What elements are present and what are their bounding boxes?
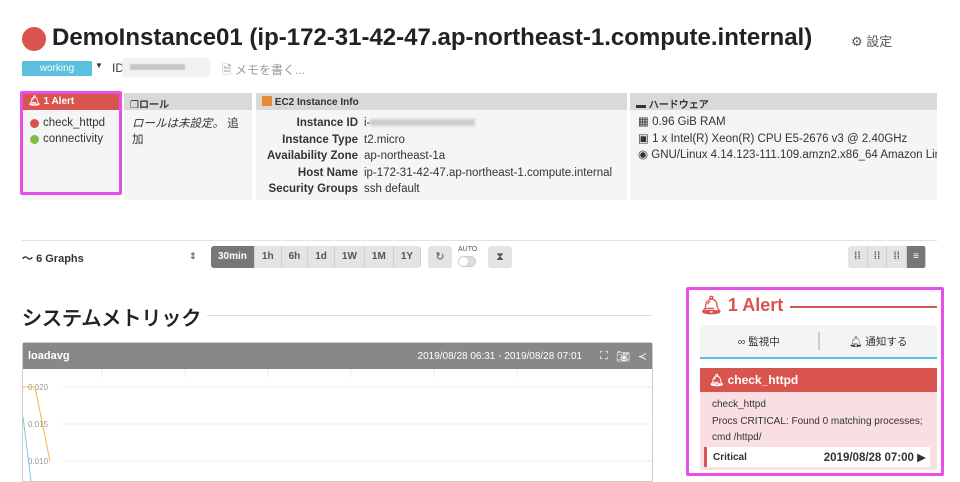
heading-rule <box>207 315 652 316</box>
range-1h[interactable]: 1h <box>254 246 282 268</box>
memory-icon: ▦ <box>638 116 649 128</box>
layout-3col-button[interactable]: ⁞⁞ <box>867 246 888 268</box>
ec2-icon <box>262 96 272 106</box>
expand-icon[interactable]: ⛶ <box>600 350 608 363</box>
security-groups-label: Security Groups <box>268 183 358 195</box>
range-1w[interactable]: 1W <box>334 246 365 268</box>
refresh-icon: ↻ <box>435 251 445 263</box>
hdd-icon: ▬ <box>636 100 646 111</box>
role-header: ❐ロール <box>124 93 252 111</box>
alert-tabs: ∞ 監視中 🔔︎ 通知する <box>700 325 937 359</box>
auto-refresh-toggle[interactable] <box>458 256 476 267</box>
title-rule <box>790 306 937 308</box>
alert-panel-title: 🔔︎ 1 Alert <box>700 295 784 315</box>
graph-header: loadavg 2019/08/28 06:31 - 2019/08/28 07… <box>23 343 652 369</box>
sort-icon[interactable]: ⇕ <box>189 251 197 262</box>
id-field-blurred <box>122 58 210 77</box>
cpu-icon: ▣ <box>638 132 649 145</box>
copy-icon: ❐ <box>130 100 139 111</box>
layout-1col-button[interactable]: ≡ <box>907 246 926 268</box>
ec2-title: EC2 Instance Info <box>274 97 359 108</box>
instance-type-value: t2.micro <box>364 133 405 146</box>
bell-icon: 🔔︎ <box>700 295 723 315</box>
range-1d[interactable]: 1d <box>308 246 335 268</box>
divider <box>22 240 937 241</box>
share-icon[interactable]: ≺ <box>638 350 647 363</box>
az-value: ap-northeast-1a <box>364 150 446 162</box>
tab-monitoring[interactable]: ∞ 監視中 <box>700 334 818 349</box>
highlight-box <box>20 91 122 195</box>
alert-message: Procs CRITICAL: Found 0 matching process… <box>712 415 923 444</box>
settings-link[interactable]: ⚙ 設定 <box>851 31 892 50</box>
y-tick: 0.010 <box>28 457 49 466</box>
document-icon: 🗎 <box>222 63 232 77</box>
range-30min[interactable]: 30min <box>211 246 255 268</box>
caret-down-icon[interactable]: ▼ <box>95 61 103 70</box>
play-icon: ▶ <box>917 452 926 464</box>
range-1m[interactable]: 1M <box>364 246 394 268</box>
hostname-value: ip-172-31-42-47.ap-northeast-1.compute.i… <box>364 166 613 179</box>
page-title: DemoInstance01 (ip-172-31-42-47.ap-north… <box>52 24 813 51</box>
graph-title: loadavg <box>28 350 70 362</box>
gear-icon: ⚙ <box>851 34 863 49</box>
hardware-column: ▬ ハードウェア ▦ 0.96 GiB RAM ▣ 1 x Intel(R) X… <box>630 93 937 200</box>
status-indicator-icon <box>22 27 46 51</box>
bell-icon: 🔔︎ <box>849 335 863 348</box>
memo-input[interactable]: 🗎 メモを書く... <box>222 61 305 82</box>
range-6h[interactable]: 6h <box>281 246 309 268</box>
graphs-label: 6 Graphs <box>36 253 84 265</box>
hardware-title: ハードウェア <box>648 100 709 111</box>
bell-icon: 🔔︎ <box>709 373 725 387</box>
alert-status-row[interactable]: Critical 2019/08/28 07:00 ▶ <box>704 447 930 467</box>
chart-line-icon: 〜 <box>22 253 33 265</box>
role-title: ロール <box>138 100 169 111</box>
ec2-column: EC2 Instance Info Instance ID i- Instance… <box>256 93 627 200</box>
status-badge[interactable]: working <box>22 61 92 76</box>
range-1y[interactable]: 1Y <box>393 246 422 268</box>
os-item: ◉ GNU/Linux 4.14.123-111.109.amzn2.x86_6… <box>638 149 937 161</box>
instance-id-value: i- <box>364 115 627 132</box>
role-empty-text: ロールは未設定。 <box>132 118 224 130</box>
cpu-item: ▣ 1 x Intel(R) Xeon(R) CPU E5-2676 v3 @ … <box>638 132 908 145</box>
ec2-header: EC2 Instance Info <box>256 93 627 110</box>
layout-buttons: ⁞⁞ ⁞⁞ ⁞⁞ ≡ <box>848 246 926 268</box>
hostname-label: Host Name <box>297 166 358 179</box>
os-icon: ◉ <box>638 149 649 161</box>
tab-notify[interactable]: 🔔︎ 通知する <box>820 334 938 349</box>
refresh-button[interactable]: ↻ <box>428 246 452 268</box>
hourglass-button[interactable]: ⧗ <box>488 246 512 268</box>
instance-type-label: Instance Type <box>282 133 358 146</box>
graph-panel: loadavg 2019/08/28 06:31 - 2019/08/28 07… <box>22 342 653 482</box>
az-label: Availability Zone <box>267 150 358 162</box>
auto-label: AUTO <box>458 246 478 253</box>
alert-time: 2019/08/28 07:00 <box>823 452 914 464</box>
binoculars-icon: ∞ <box>737 335 746 348</box>
role-column: ❐ロール ロールは未設定。 追加 <box>124 93 252 200</box>
hourglass-icon: ⧗ <box>496 251 504 263</box>
hardware-header: ▬ ハードウェア <box>630 93 937 111</box>
memo-placeholder: メモを書く... <box>235 63 306 77</box>
alert-card-header: 🔔︎ check_httpd <box>700 368 937 392</box>
security-groups-value: ssh default <box>364 183 420 195</box>
graph-plot: 0.020 0.015 0.010 <box>23 369 652 481</box>
instance-id-label: Instance ID <box>296 117 358 129</box>
camera-icon[interactable]: 📷︎ <box>616 350 630 363</box>
ram-item: ▦ 0.96 GiB RAM <box>638 116 726 128</box>
graph-range: 2019/08/28 06:31 - 2019/08/28 07:01 <box>417 350 583 362</box>
layout-5col-button[interactable]: ⁞⁞ <box>848 246 868 268</box>
layout-2col-button[interactable]: ⁞⁞ <box>887 246 908 268</box>
graphs-selector[interactable]: 〜 6 Graphs <box>22 250 84 266</box>
severity-label: Critical <box>713 451 747 463</box>
alert-monitor-name: check_httpd <box>712 399 766 410</box>
y-tick: 0.015 <box>28 420 49 429</box>
settings-label: 設定 <box>866 34 893 49</box>
section-heading: システムメトリック <box>22 308 202 330</box>
range-buttons: 30min 1h 6h 1d 1W 1M 1Y <box>211 246 422 268</box>
